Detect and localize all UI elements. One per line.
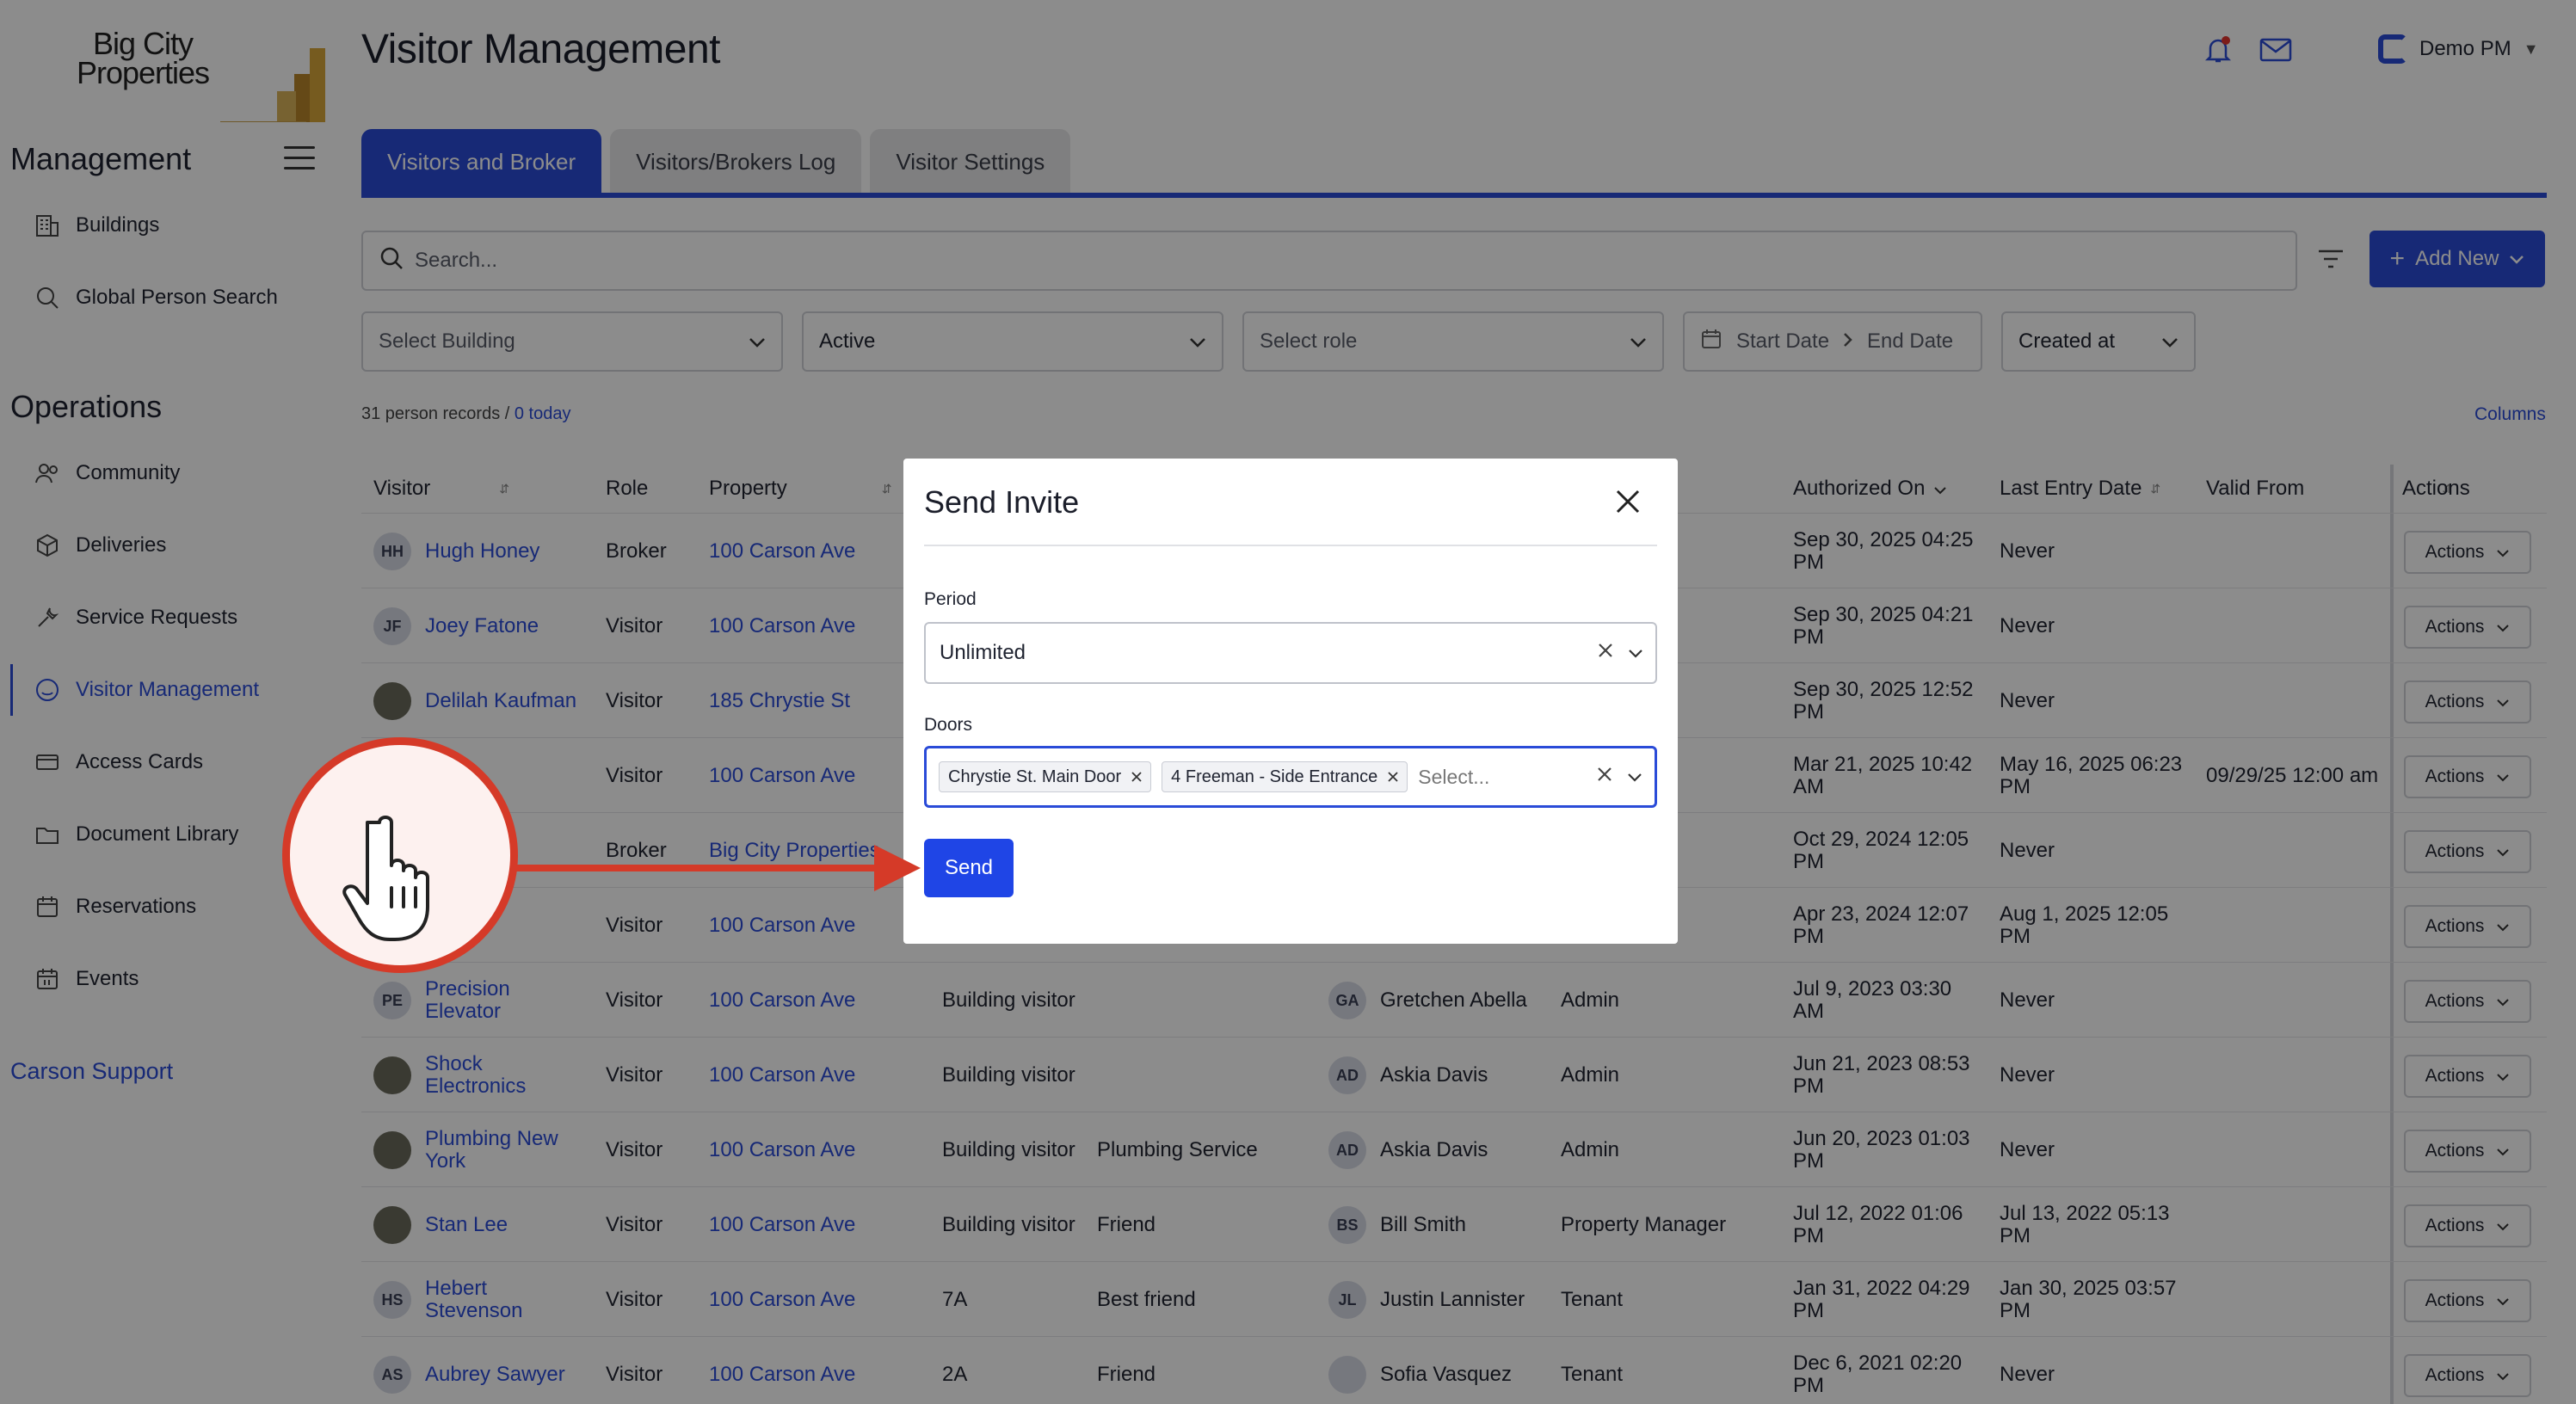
remove-chip-icon[interactable]: [1388, 767, 1398, 787]
period-select[interactable]: Unlimited: [924, 622, 1657, 684]
doors-placeholder[interactable]: Select...: [1418, 766, 1489, 789]
send-invite-modal: Send Invite Period Unlimited Doors Chrys…: [903, 459, 1678, 944]
hand-cursor-icon: [342, 816, 429, 941]
doors-label: Doors: [924, 715, 973, 735]
clear-icon[interactable]: [1596, 765, 1613, 789]
modal-title: Send Invite: [924, 484, 1080, 520]
modal-divider: [924, 545, 1657, 546]
doors-multiselect[interactable]: Chrystie St. Main Door 4 Freeman - Side …: [924, 746, 1657, 808]
door-chip: 4 Freeman - Side Entrance: [1162, 761, 1408, 792]
chevron-down-icon[interactable]: [1628, 641, 1643, 665]
annotation-arrow: [516, 865, 878, 871]
chevron-down-icon[interactable]: [1627, 765, 1642, 789]
door-chip-label: 4 Freeman - Side Entrance: [1171, 767, 1378, 786]
door-chip: Chrystie St. Main Door: [939, 761, 1152, 792]
click-indicator: [282, 737, 518, 973]
annotation-arrowhead: [874, 845, 921, 891]
period-value: Unlimited: [940, 641, 1026, 664]
period-label: Period: [924, 589, 977, 609]
send-button[interactable]: Send: [924, 839, 1014, 897]
remove-chip-icon[interactable]: [1131, 767, 1142, 787]
close-icon[interactable]: [1612, 486, 1643, 517]
clear-icon[interactable]: [1597, 641, 1614, 665]
door-chip-label: Chrystie St. Main Door: [948, 767, 1122, 786]
